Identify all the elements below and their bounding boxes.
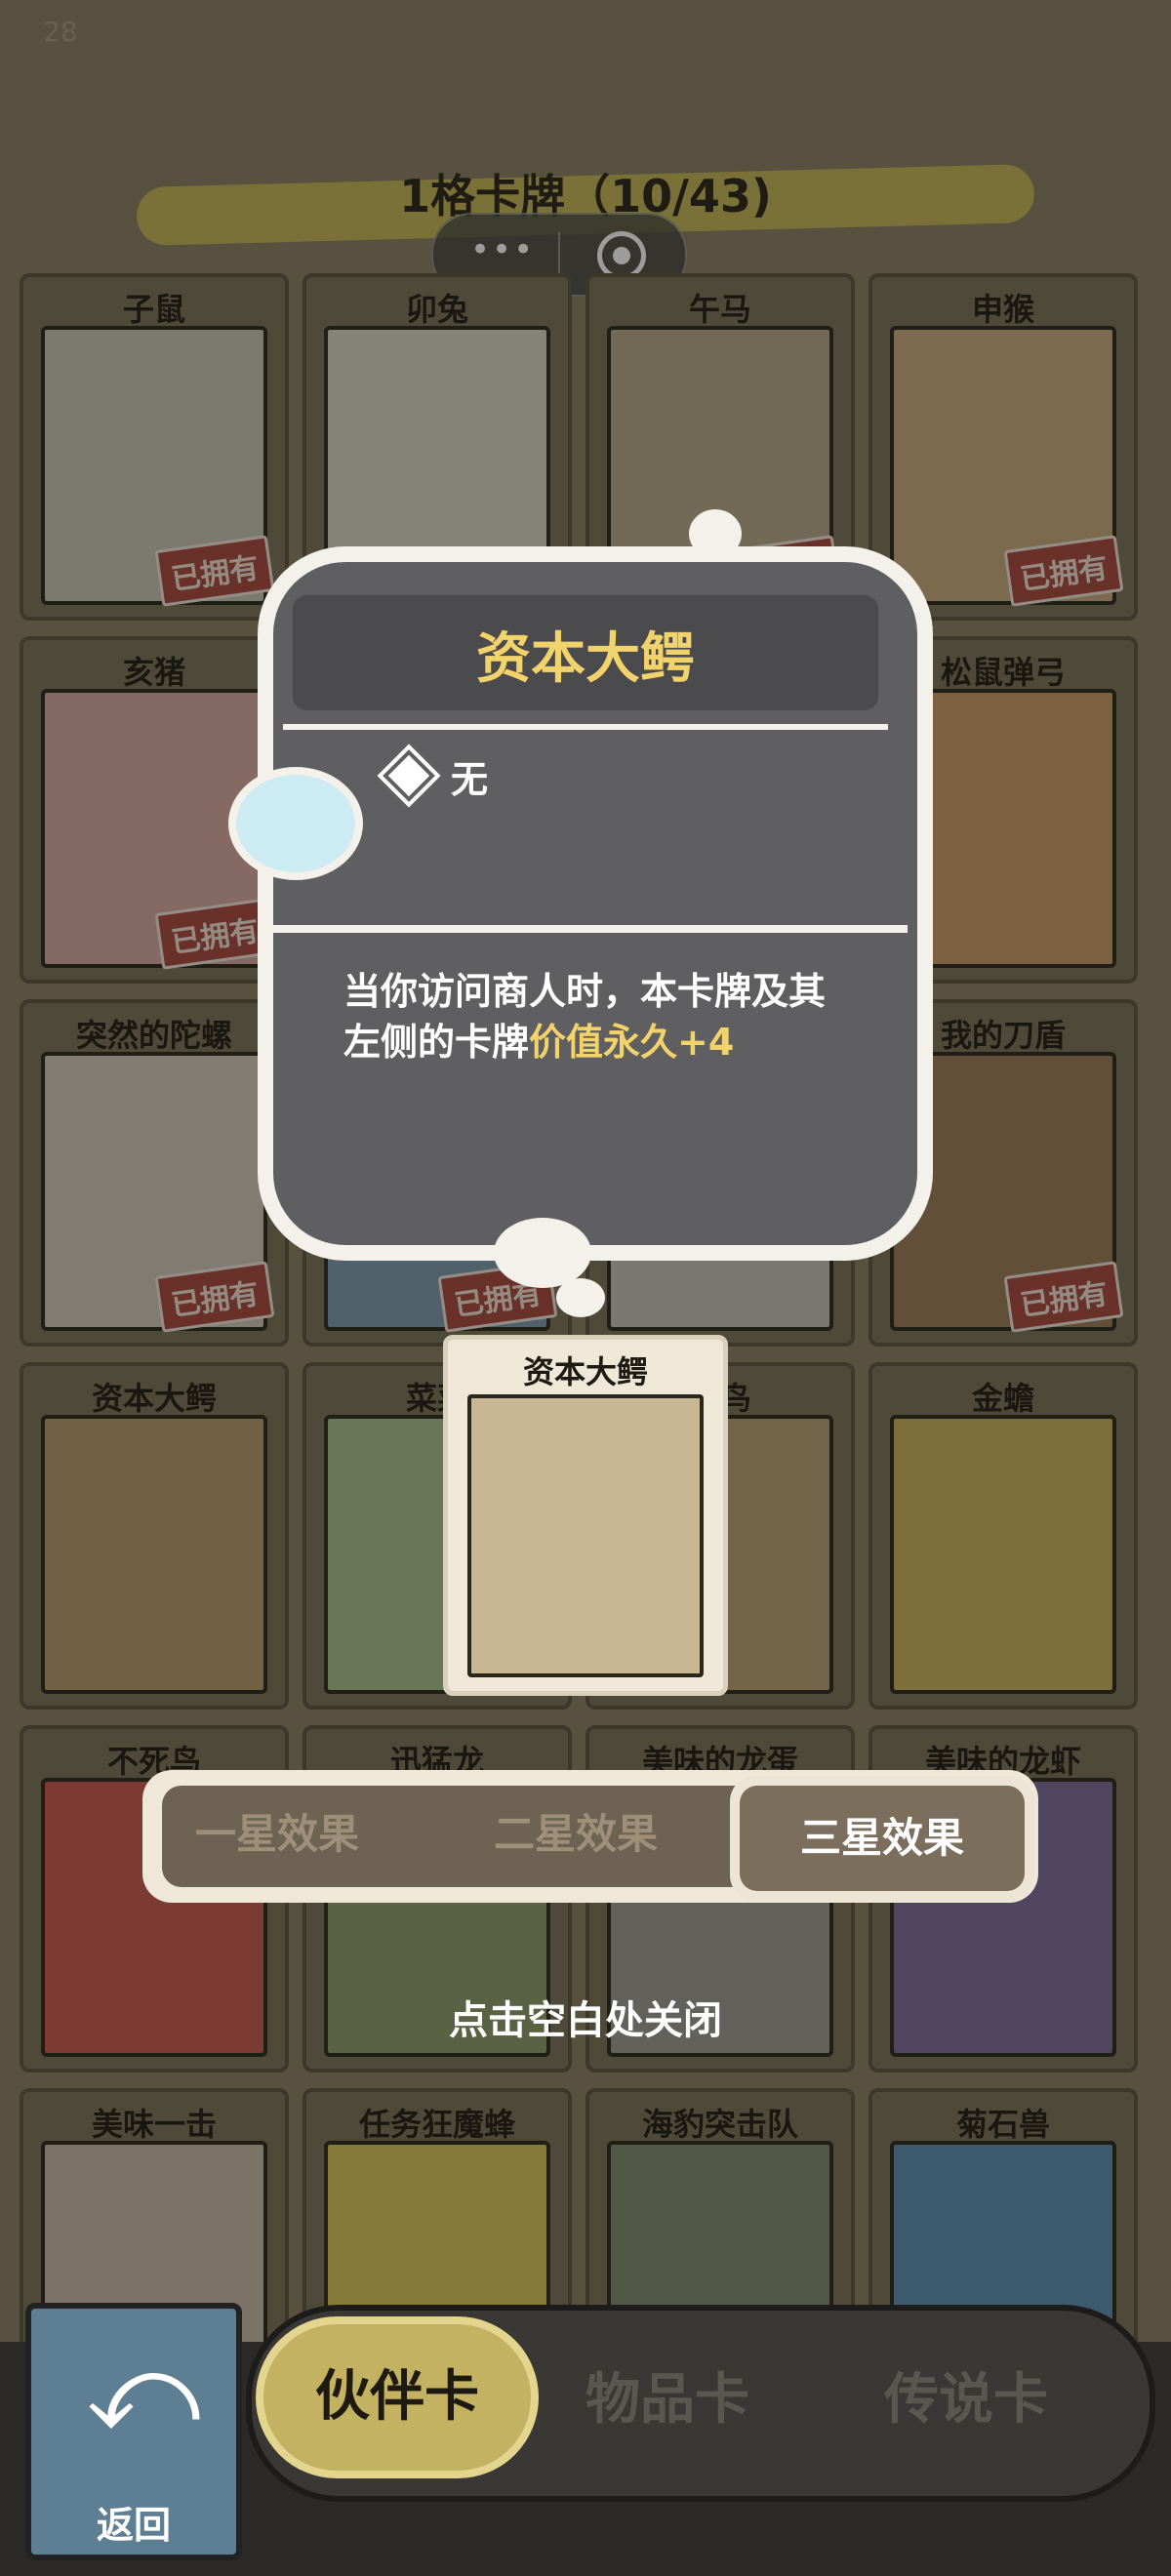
popup-attribute: 无: [451, 758, 489, 801]
nav-legend-card[interactable]: 传说卡: [884, 2355, 1048, 2435]
tab-three-star[interactable]: 三星效果: [730, 1776, 1034, 1901]
tab-three-star-label: 三星效果: [740, 1786, 1025, 1891]
popup-divider: [283, 724, 888, 730]
selected-card-name: 资本大鳄: [522, 1353, 648, 1390]
popup-description: 当你访问商人时，本卡牌及其左侧的卡牌价值永久+4: [343, 966, 831, 1067]
tab-two-star[interactable]: 二星效果: [494, 1801, 658, 1861]
selected-card: 资本大鳄: [443, 1335, 728, 1696]
return-arrow-icon: ⤺: [86, 2329, 201, 2454]
nav-companion-card[interactable]: 伙伴卡: [256, 2316, 539, 2478]
crocodile-illustration: [467, 1394, 704, 1677]
cloud-attribute-icon: [228, 767, 363, 880]
close-hint: 点击空白处关闭: [449, 1998, 722, 2043]
bubble-puff: [556, 1278, 605, 1317]
nav-item-card[interactable]: 物品卡: [586, 2355, 749, 2435]
back-label: 返回: [96, 2504, 171, 2547]
description-highlight: 价值永久+4: [529, 1021, 735, 1064]
tab-one-star[interactable]: 一星效果: [195, 1801, 359, 1861]
back-button[interactable]: ⤺ 返回: [25, 2303, 242, 2560]
popup-title: 资本大鳄: [476, 627, 695, 691]
popup-divider: [263, 925, 908, 933]
